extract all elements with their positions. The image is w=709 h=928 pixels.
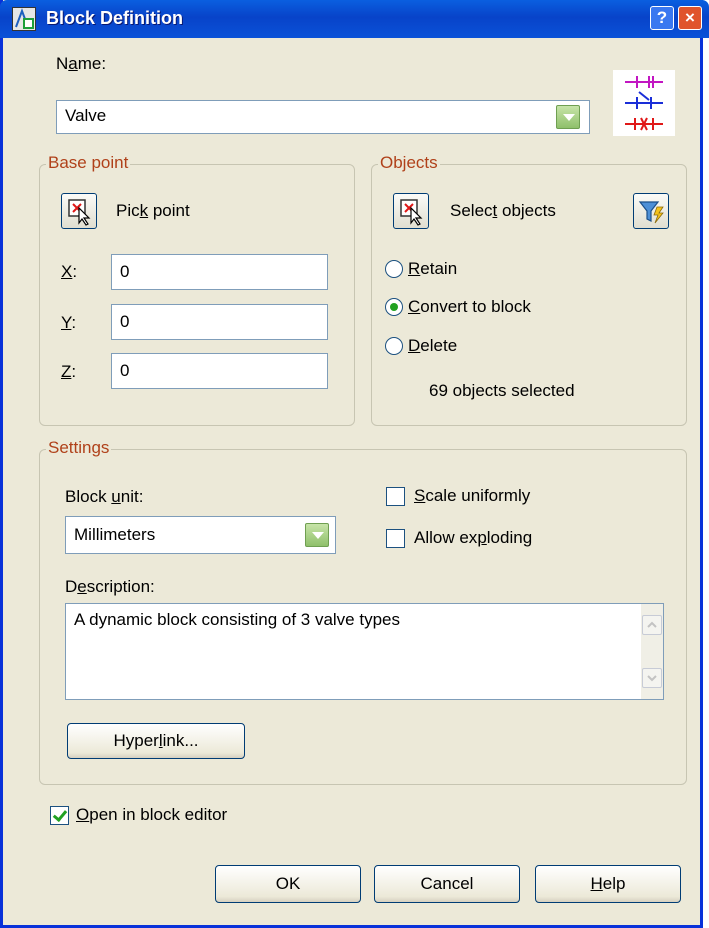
base-point-legend: Base point bbox=[46, 153, 131, 173]
retain-label[interactable]: Retain bbox=[408, 259, 457, 279]
name-value: Valve bbox=[65, 106, 107, 125]
pick-point-icon bbox=[68, 199, 91, 226]
window-title: Block Definition bbox=[46, 8, 184, 28]
ok-button[interactable]: OK bbox=[215, 865, 361, 903]
name-label: Name: bbox=[56, 54, 107, 73]
y-value: 0 bbox=[120, 312, 130, 331]
convert-to-block-label[interactable]: Convert to block bbox=[408, 297, 531, 317]
help-title-button[interactable]: ? bbox=[650, 6, 674, 30]
block-unit-select[interactable]: Millimeters bbox=[65, 516, 336, 554]
description-scrollbar[interactable] bbox=[641, 604, 663, 699]
y-label: Y: bbox=[61, 313, 77, 332]
objects-legend: Objects bbox=[378, 153, 440, 173]
name-dropdown-button[interactable] bbox=[556, 105, 580, 129]
pick-point-button[interactable] bbox=[61, 193, 97, 229]
z-label: Z: bbox=[61, 362, 77, 381]
z-value: 0 bbox=[120, 361, 130, 380]
open-in-block-editor-label[interactable]: Open in block editor bbox=[76, 805, 227, 825]
description-textarea[interactable]: A dynamic block consisting of 3 valve ty… bbox=[65, 603, 664, 700]
retain-radio[interactable] bbox=[385, 260, 403, 278]
scroll-down-arrow-icon[interactable] bbox=[642, 668, 662, 688]
x-label: X: bbox=[61, 262, 78, 281]
help-button[interactable]: Help bbox=[535, 865, 681, 903]
select-objects-button[interactable] bbox=[393, 193, 429, 229]
hyperlink-button[interactable]: Hyperlink... bbox=[67, 723, 245, 759]
allow-exploding-label[interactable]: Allow exploding bbox=[414, 528, 532, 548]
select-objects-icon bbox=[400, 199, 423, 226]
close-button[interactable]: × bbox=[678, 6, 702, 30]
quick-select-filter-icon bbox=[638, 201, 664, 224]
x-input[interactable]: 0 bbox=[111, 254, 328, 290]
convert-to-block-radio[interactable] bbox=[385, 298, 403, 316]
block-unit-label: Block unit: bbox=[65, 487, 144, 506]
settings-legend: Settings bbox=[46, 438, 112, 458]
select-objects-label: Select objects bbox=[450, 201, 556, 220]
scale-uniformly-label[interactable]: Scale uniformly bbox=[414, 486, 530, 506]
objects-selected-status: 69 objects selected bbox=[429, 381, 575, 400]
open-in-block-editor-checkbox[interactable] bbox=[50, 806, 69, 825]
pick-point-label: Pick point bbox=[116, 201, 190, 220]
z-input[interactable]: 0 bbox=[111, 353, 328, 389]
description-text: A dynamic block consisting of 3 valve ty… bbox=[74, 610, 400, 629]
block-definition-icon bbox=[12, 7, 36, 31]
delete-label[interactable]: Delete bbox=[408, 336, 457, 356]
delete-radio[interactable] bbox=[385, 337, 403, 355]
block-preview bbox=[613, 70, 675, 136]
block-unit-dropdown-button[interactable] bbox=[305, 523, 329, 547]
x-value: 0 bbox=[120, 262, 130, 281]
cancel-button[interactable]: Cancel bbox=[374, 865, 520, 903]
allow-exploding-checkbox[interactable] bbox=[386, 529, 405, 548]
block-definition-dialog: Block Definition ? × Name: Valve Base po… bbox=[0, 0, 709, 928]
title-bar[interactable]: Block Definition ? × bbox=[0, 0, 709, 38]
description-label: Description: bbox=[65, 577, 155, 596]
scale-uniformly-checkbox[interactable] bbox=[386, 487, 405, 506]
block-unit-value: Millimeters bbox=[74, 525, 156, 544]
scroll-up-arrow-icon[interactable] bbox=[642, 615, 662, 635]
name-combo[interactable]: Valve bbox=[56, 100, 590, 134]
y-input[interactable]: 0 bbox=[111, 304, 328, 340]
quick-select-button[interactable] bbox=[633, 193, 669, 229]
